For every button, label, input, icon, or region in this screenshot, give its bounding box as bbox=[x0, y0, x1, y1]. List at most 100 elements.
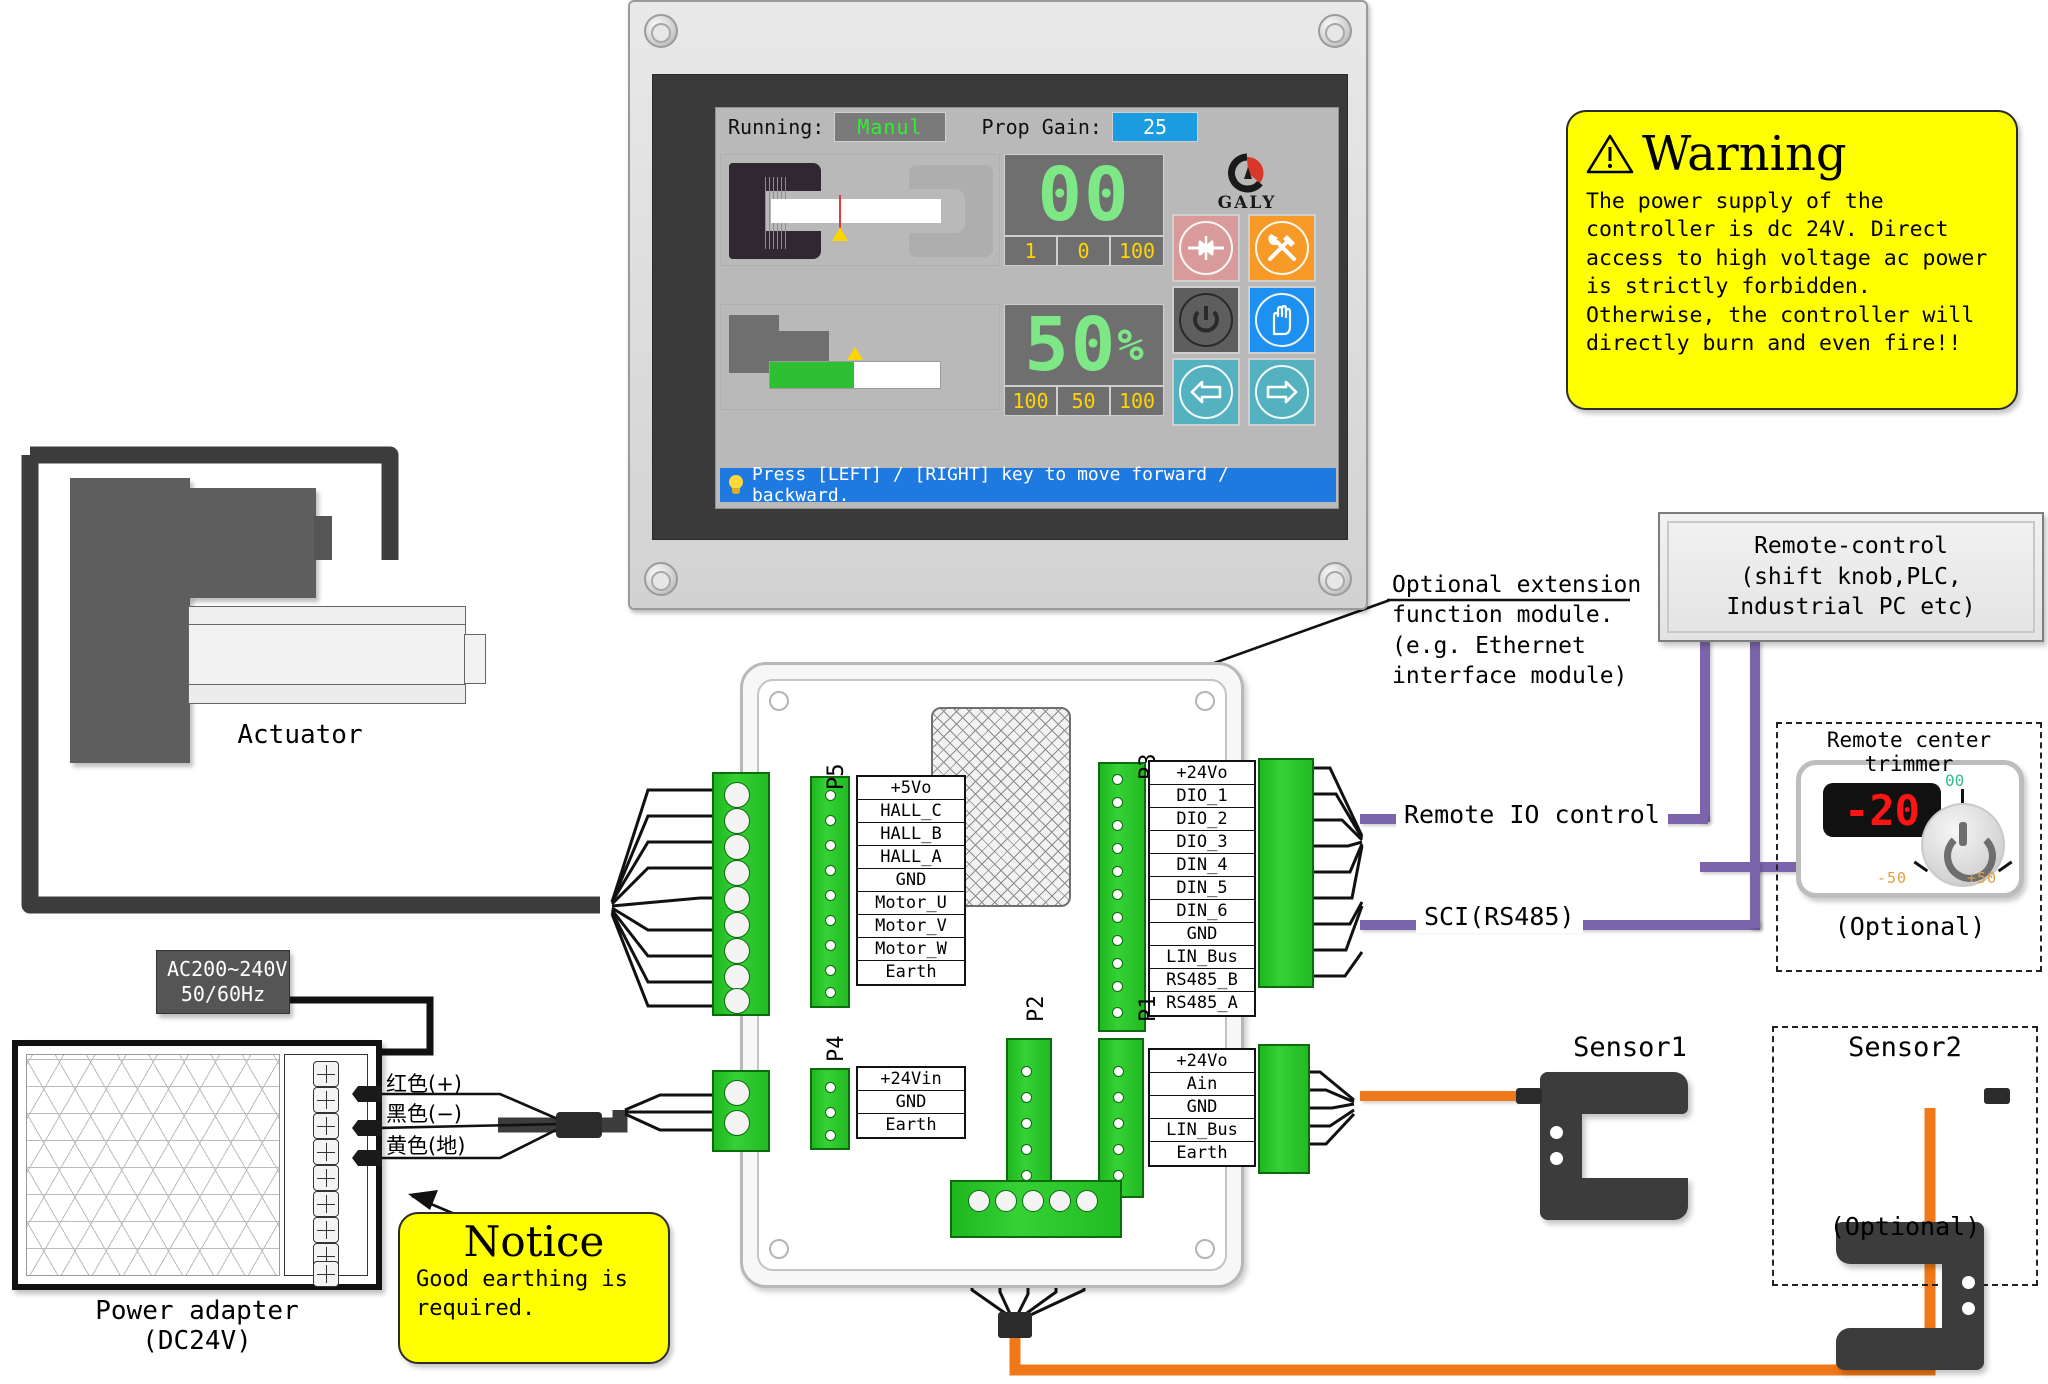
move-left-button[interactable] bbox=[1172, 358, 1240, 426]
remote-control-line-2: Industrial PC etc) bbox=[1726, 594, 1976, 621]
motor-harness-terminal[interactable] bbox=[712, 772, 770, 1016]
connector-p4[interactable] bbox=[810, 1068, 850, 1150]
brand-logo: GALY bbox=[1172, 152, 1322, 214]
connector-p1[interactable] bbox=[1098, 1038, 1144, 1198]
p5-label-5: Motor_U bbox=[858, 892, 964, 915]
sensor1-led-1 bbox=[1550, 1126, 1563, 1139]
remote-control-line-0: Remote-control bbox=[1754, 532, 1948, 559]
actuator-shaft-stub bbox=[314, 516, 332, 560]
trimmer-max-label: +50 bbox=[1967, 869, 1998, 887]
wire-label-yellow: 黄色(地) bbox=[386, 1134, 466, 1158]
actuator-rail bbox=[188, 606, 466, 626]
p4-label-0: +24Vin bbox=[858, 1068, 964, 1091]
board-hole-br bbox=[1195, 1239, 1215, 1259]
power-button[interactable] bbox=[1172, 286, 1240, 354]
warning-title-row: Warning bbox=[1586, 126, 1998, 182]
warning-line-4: Otherwise, the controller will bbox=[1586, 302, 1975, 328]
sensor2-led-2 bbox=[1962, 1302, 1975, 1315]
extension-module-note: Optional extension function module. (e.g… bbox=[1392, 570, 1642, 691]
material-strip bbox=[771, 199, 941, 223]
connector-p1-labels: +24Vo Ain GND LIN_Bus Earth bbox=[1148, 1048, 1256, 1167]
bottom-screw-terminal[interactable] bbox=[950, 1180, 1122, 1238]
actuator-rod bbox=[464, 634, 486, 684]
p1-label-4: Earth bbox=[1176, 1143, 1228, 1163]
warning-triangle-icon bbox=[1586, 134, 1634, 174]
arrow-left-icon bbox=[1179, 365, 1233, 419]
board-hole-tl bbox=[769, 691, 789, 711]
hammer-wrench-icon bbox=[1255, 221, 1309, 275]
psu-terminal-strip[interactable] bbox=[284, 1054, 368, 1287]
position-triplet-1: 0 bbox=[1057, 236, 1110, 266]
progress-fill bbox=[770, 362, 854, 388]
position-display: 00 bbox=[1004, 154, 1164, 236]
power-icon bbox=[1179, 293, 1233, 347]
warning-line-2: access to high voltage ac power bbox=[1586, 245, 1988, 271]
p5-label-0: +5Vo bbox=[858, 777, 964, 800]
sensor2-optional-label: (Optional) bbox=[1829, 1212, 1981, 1241]
speed-triplet-2: 100 bbox=[1110, 386, 1164, 416]
sensor2-device bbox=[1836, 1222, 1986, 1372]
psu-caption: Power adapter (DC24V) bbox=[12, 1296, 382, 1356]
p5-label-3: HALL_A bbox=[858, 846, 964, 869]
ac-line-1: 50/60Hz bbox=[180, 982, 266, 1006]
warning-line-5: directly burn and even fire!! bbox=[1586, 330, 1962, 356]
center-align-button[interactable] bbox=[1172, 214, 1240, 282]
sensor1-led-2 bbox=[1550, 1152, 1563, 1165]
center-pointer-icon bbox=[832, 227, 848, 241]
trimmer-device[interactable]: -20 00 -50 +50 bbox=[1796, 760, 2024, 898]
remote-control-line-1: (shift knob,PLC, bbox=[1740, 563, 1962, 590]
psu-caption-1: (DC24V) bbox=[142, 1326, 252, 1356]
connector-p3[interactable] bbox=[1098, 762, 1146, 1032]
hmi-keypad bbox=[1172, 214, 1322, 428]
power-input-terminal[interactable] bbox=[712, 1070, 770, 1152]
manual-hand-button[interactable] bbox=[1248, 286, 1316, 354]
running-label: Running: bbox=[728, 115, 825, 139]
sensor1-cable-boot bbox=[1516, 1088, 1542, 1104]
tools-button[interactable] bbox=[1248, 214, 1316, 282]
p3-label-6: DIN_6 bbox=[1150, 900, 1254, 923]
speed-value: 50 bbox=[1024, 302, 1118, 388]
arrows-to-center-icon bbox=[1179, 221, 1233, 275]
trimmer-min-label: -50 bbox=[1877, 869, 1908, 887]
sensor2-bottom-jaw bbox=[1836, 1328, 1984, 1370]
power-knob-icon bbox=[1940, 822, 1996, 882]
speed-display: 50% bbox=[1004, 304, 1164, 386]
notice-line-1: required. bbox=[416, 1295, 536, 1321]
move-right-button[interactable] bbox=[1248, 358, 1316, 426]
p3-label-0: +24Vo bbox=[1150, 762, 1254, 785]
remote-control-text: Remote-control (shift knob,PLC, Industri… bbox=[1667, 521, 2035, 633]
p1-mating-plug[interactable] bbox=[1258, 1044, 1310, 1174]
actuator-group bbox=[70, 478, 570, 763]
p1-label-2: GND bbox=[1150, 1096, 1254, 1119]
sensor1-cable bbox=[1360, 1091, 1520, 1101]
hmi-status-bar: Press [LEFT] / [RIGHT] key to move forwa… bbox=[720, 464, 1336, 506]
remote-control-box: Remote-control (shift knob,PLC, Industri… bbox=[1658, 512, 2044, 642]
prop-gain-label: Prop Gain: bbox=[981, 115, 1102, 139]
brand-name: GALY bbox=[1217, 193, 1277, 213]
center-line-marker bbox=[839, 195, 841, 229]
connector-name-p4: P4 bbox=[824, 1035, 849, 1063]
p3-label-1: DIO_1 bbox=[1150, 785, 1254, 808]
trimmer-center-tick bbox=[1961, 789, 1964, 803]
p3-label-10: RS485_A bbox=[1166, 993, 1238, 1013]
connector-p5[interactable] bbox=[810, 776, 850, 1008]
p1-label-0: +24Vo bbox=[1150, 1050, 1254, 1073]
connector-name-p5: P5 bbox=[824, 763, 849, 791]
notice-line-0: Good earthing is bbox=[416, 1267, 628, 1293]
sensor2-cable-boot bbox=[1984, 1088, 2010, 1104]
connector-p2[interactable] bbox=[1006, 1038, 1052, 1198]
p3-label-2: DIO_2 bbox=[1150, 808, 1254, 831]
remote-io-label: Remote IO control bbox=[1396, 798, 1668, 831]
panel-screw-tr bbox=[1318, 14, 1352, 48]
p3-mating-plug[interactable] bbox=[1258, 758, 1314, 988]
tip-bulb-icon bbox=[728, 475, 744, 495]
arrow-right-icon bbox=[1255, 365, 1309, 419]
running-mode-value[interactable]: Manul bbox=[834, 112, 946, 142]
panel-screw-tl bbox=[644, 14, 678, 48]
prop-gain-value[interactable]: 25 bbox=[1111, 112, 1199, 142]
sensor1-device bbox=[1540, 1072, 1690, 1222]
sensor2-label: Sensor2 bbox=[1848, 1032, 1962, 1063]
p1-label-1: Ain bbox=[1150, 1073, 1254, 1096]
speed-pointer-icon bbox=[847, 347, 863, 360]
actuator-body bbox=[188, 624, 466, 686]
